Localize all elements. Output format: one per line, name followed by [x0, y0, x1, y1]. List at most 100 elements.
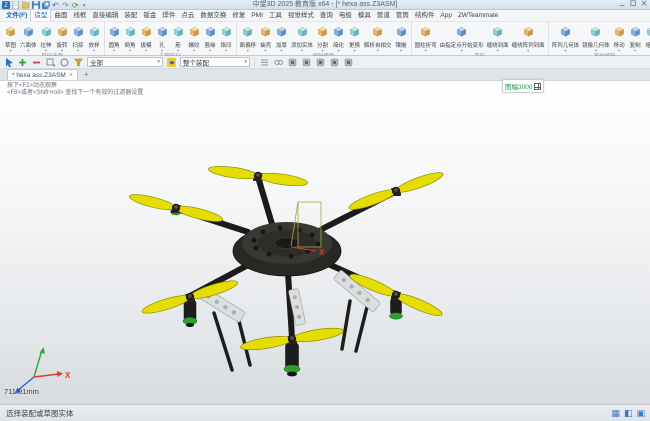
redo-icon[interactable]: ↷ [62, 1, 70, 9]
filter-funnel-icon[interactable] [73, 57, 84, 68]
ribbon-tab-文件(F)[interactable]: 文件(F) [3, 10, 30, 21]
status-message: 选择装配或草图实体 [0, 408, 74, 419]
link-icon[interactable] [273, 57, 284, 68]
ribbon-tab-点云[interactable]: 点云 [178, 10, 197, 21]
open-file-icon[interactable] [22, 1, 30, 9]
pick-a-icon[interactable] [287, 57, 298, 68]
ribbon-item-简化[interactable]: 简化▾ [331, 23, 346, 53]
svg-text:X: X [319, 248, 325, 257]
ribbon-tab-App[interactable]: App [437, 10, 455, 21]
chevron-down-icon: ▾ [157, 59, 160, 65]
ribbon-item-圆柱折弯[interactable]: 圆柱折弯▾ [414, 23, 438, 53]
ribbon-item-放样[interactable]: 放样▾ [87, 23, 102, 53]
ribbon-item-草图[interactable]: 草图▾ [3, 23, 18, 53]
select-cursor-icon[interactable] [3, 57, 14, 68]
ribbon-tab-电极[interactable]: 电极 [336, 10, 355, 21]
ribbon-tab-焊件[interactable]: 焊件 [159, 10, 178, 21]
sheet-badge[interactable]: 图幅3000 [502, 79, 544, 93]
grid-view-icon[interactable]: ▦ [611, 405, 620, 421]
pick-c-icon[interactable] [315, 57, 326, 68]
entity-filter-dropdown[interactable]: 全部 ▾ [87, 57, 163, 67]
save-all-icon[interactable] [42, 1, 50, 9]
hexacopter-model[interactable]: X [0, 81, 650, 404]
ribbon-item-解析自相交[interactable]: 解析自相交▾ [363, 23, 393, 53]
ribbon-tab-视觉样式[interactable]: 视觉样式 [285, 10, 317, 21]
undo-icon[interactable]: ↶ [52, 1, 60, 9]
ribbon-group-基础造型: 草图▾六面体▾拉伸▾旋转▾扫掠▾放样▾基础造型 [1, 22, 105, 55]
ribbon-item-圆角[interactable]: 圆角▾ [107, 23, 122, 53]
ribbon-tab-查询[interactable]: 查询 [317, 10, 336, 21]
3d-viewport[interactable]: 按下<F2>动态观察 <F8>或者<Shift+roll> 查找下一个有效的过滤… [0, 81, 650, 404]
document-tab[interactable]: * hexa ass.Z3ASM× [7, 69, 78, 80]
shaded-view-icon[interactable]: ◧ [624, 405, 633, 421]
ribbon-tab-数据交换[interactable]: 数据交换 [197, 10, 229, 21]
ribbon-item-孔[interactable]: 孔▾ [155, 23, 170, 53]
pick-e-icon[interactable] [343, 57, 354, 68]
ribbon-item-添加实体[interactable]: 添加实体▾ [290, 23, 314, 53]
maximize-button[interactable] [630, 0, 637, 11]
add-plus-icon[interactable] [17, 57, 28, 68]
ribbon-tab-工具[interactable]: 工具 [266, 10, 285, 21]
zw3d-logo-icon[interactable]: Z [2, 1, 10, 9]
scope-target-icon[interactable] [166, 57, 177, 68]
ribbon-tab-管道[interactable]: 管道 [374, 10, 393, 21]
close-tab-icon[interactable]: × [69, 72, 73, 79]
minimize-button[interactable] [619, 0, 626, 11]
ribbon-item-六面体[interactable]: 六面体▾ [19, 23, 38, 53]
ribbon-item-缠绕到面[interactable]: 缠绕到面▾ [486, 23, 510, 53]
ribbon-tab-管筒[interactable]: 管筒 [393, 10, 412, 21]
ribbon-tab-修复[interactable]: 修复 [229, 10, 248, 21]
ribbon-item-拔模[interactable]: 拔模▾ [139, 23, 154, 53]
ribbon-tab-直接编辑[interactable]: 直接编辑 [89, 10, 121, 21]
layout-view-icon[interactable]: ▣ [636, 405, 645, 421]
ribbon-tab-线框[interactable]: 线框 [70, 10, 89, 21]
ribbon-item-烙印[interactable]: 烙印▾ [219, 23, 234, 53]
status-bar: 选择装配或草图实体 ▦◧▣ [0, 404, 650, 421]
ribbon-item-分割[interactable]: 分割▾ [315, 23, 330, 53]
ribbon-tab-PMI[interactable]: PMI [248, 10, 266, 21]
ribbon-item-缩放[interactable]: 缩放▾ [644, 23, 650, 53]
ribbon-item-螺纹[interactable]: 螺纹▾ [187, 23, 202, 53]
document-tab-bar: * hexa ass.Z3ASM× + [0, 69, 650, 81]
ribbon-item-加厚[interactable]: 加厚▾ [274, 23, 289, 53]
ribbon-item-筋[interactable]: 筋▾ [171, 23, 186, 53]
ribbon-item-扫掠[interactable]: 扫掠▾ [71, 23, 86, 53]
ribbon-tab-装配[interactable]: 装配 [121, 10, 140, 21]
ribbon-tab-曲面[interactable]: 曲面 [51, 10, 70, 21]
ribbon-item-缠绕阵列到面[interactable]: 缠绕阵列到面▾ [511, 23, 546, 53]
ribbon-item-面偏移[interactable]: 面偏移▾ [239, 23, 258, 53]
customize-caret-icon[interactable]: ▾ [82, 1, 90, 9]
ribbon-item-镶嵌[interactable]: 镶嵌▾ [394, 23, 409, 53]
close-button[interactable] [641, 0, 648, 11]
ribbon-tab-钣金[interactable]: 钣金 [140, 10, 159, 21]
ribbon-tab-结构件[interactable]: 结构件 [412, 10, 438, 21]
ribbon-tab-ZWTeammate[interactable]: ZWTeammate [455, 10, 501, 21]
ribbon-tab-模具[interactable]: 模具 [355, 10, 374, 21]
ribbon-item-icon [124, 24, 137, 42]
ribbon-item-阵列几何体[interactable]: 阵列几何体▾ [551, 23, 581, 53]
save-file-icon[interactable] [32, 1, 40, 9]
ribbon-item-移动[interactable]: 移动▾ [612, 23, 627, 53]
ribbon-item-抽壳[interactable]: 抽壳▾ [258, 23, 273, 53]
ribbon-item-icon [348, 24, 361, 42]
ribbon-item-镜像几何体[interactable]: 镜像几何体▾ [581, 23, 611, 53]
ribbon-item-由指定点开始变形[interactable]: 由指定点开始变形▾ [439, 23, 485, 53]
remove-minus-icon[interactable] [31, 57, 42, 68]
ribbon-item-拉伸[interactable]: 拉伸▾ [39, 23, 54, 53]
entity-filter-dropdown-value: 全部 [90, 57, 103, 67]
ribbon-item-旋转[interactable]: 旋转▾ [55, 23, 70, 53]
pick-circle-icon[interactable] [59, 57, 70, 68]
pick-b-icon[interactable] [301, 57, 312, 68]
ribbon-tab-造型[interactable]: 造型 [30, 9, 51, 21]
ribbon-item-更换[interactable]: 更换▾ [347, 23, 362, 53]
list-icon[interactable] [259, 57, 270, 68]
pick-scope-dropdown[interactable]: 整个装配▾ [180, 57, 250, 67]
ribbon-item-倒角[interactable]: 倒角▾ [123, 23, 138, 53]
new-tab-button[interactable]: + [84, 70, 89, 80]
ribbon-item-唇缘[interactable]: 唇缘▾ [203, 23, 218, 53]
ribbon-item-复制[interactable]: 复制▾ [628, 23, 643, 53]
regen-icon[interactable]: ⟳ [72, 1, 80, 9]
pick-box-icon[interactable]: ▾ [45, 57, 56, 68]
pick-d-icon[interactable] [329, 57, 340, 68]
new-file-icon[interactable] [12, 1, 20, 9]
